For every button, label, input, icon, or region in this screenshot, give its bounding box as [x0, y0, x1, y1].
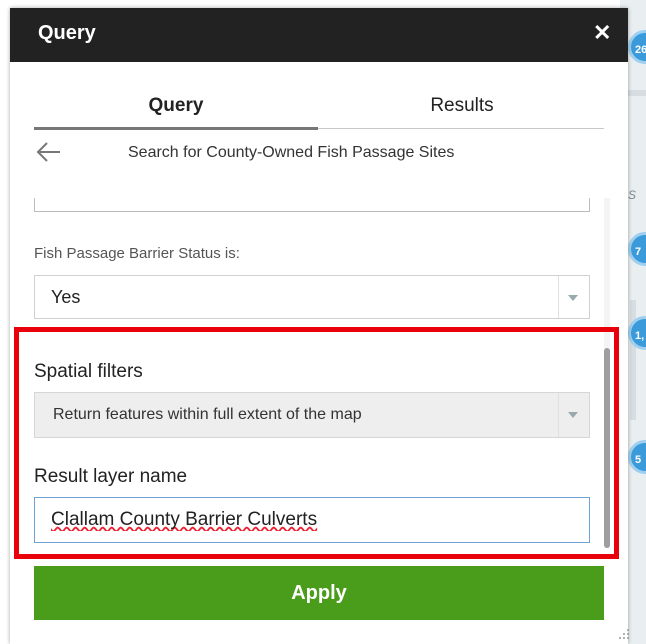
spatial-filter-value: Return features within full extent of th…	[53, 406, 362, 423]
chevron-down-icon	[568, 412, 578, 418]
close-icon[interactable]: ✕	[593, 20, 611, 46]
panel-title: Query	[38, 22, 96, 44]
active-tab-indicator	[34, 127, 318, 130]
result-layer-name-input[interactable]	[34, 497, 590, 543]
fish-passage-value: Yes	[51, 287, 81, 307]
panel-titlebar: Query ✕	[10, 8, 628, 62]
dropdown-toggle[interactable]	[558, 276, 589, 318]
map-cluster-marker[interactable]: 7	[628, 232, 646, 266]
map-cluster-marker[interactable]: 26	[628, 30, 646, 64]
back-arrow-icon[interactable]	[34, 138, 62, 166]
dropdown-toggle[interactable]	[558, 393, 589, 437]
scrollbar[interactable]	[604, 198, 610, 548]
query-subtitle: Search for County-Owned Fish Passage Sit…	[128, 144, 455, 161]
previous-filter-input[interactable]	[34, 198, 590, 212]
query-panel: Query ✕ Query Results Search for County-…	[10, 8, 630, 644]
cluster-count: 5	[635, 454, 642, 466]
scrollbar-thumb[interactable]	[604, 348, 610, 548]
map-cluster-marker[interactable]: 5	[628, 440, 646, 474]
spatial-filter-select[interactable]: Return features within full extent of th…	[34, 392, 590, 438]
resize-handle-icon[interactable]	[616, 626, 630, 640]
map-label: S	[628, 188, 637, 202]
apply-button[interactable]: Apply	[34, 566, 604, 620]
fish-passage-label: Fish Passage Barrier Status is:	[34, 245, 240, 262]
cluster-count: 7	[635, 246, 642, 258]
tab-bar: Query Results	[34, 92, 604, 132]
filter-scroll-area[interactable]: Fish Passage Barrier Status is: Yes Spat…	[34, 198, 600, 558]
result-layer-name-label: Result layer name	[34, 466, 188, 487]
tab-results[interactable]: Results	[320, 92, 604, 128]
spatial-filters-label: Spatial filters	[34, 361, 143, 382]
fish-passage-select[interactable]: Yes	[34, 275, 590, 319]
cluster-count: 26	[635, 44, 646, 56]
cluster-count: 1,	[635, 330, 645, 342]
chevron-down-icon	[568, 295, 578, 301]
tab-query[interactable]: Query	[34, 92, 318, 128]
